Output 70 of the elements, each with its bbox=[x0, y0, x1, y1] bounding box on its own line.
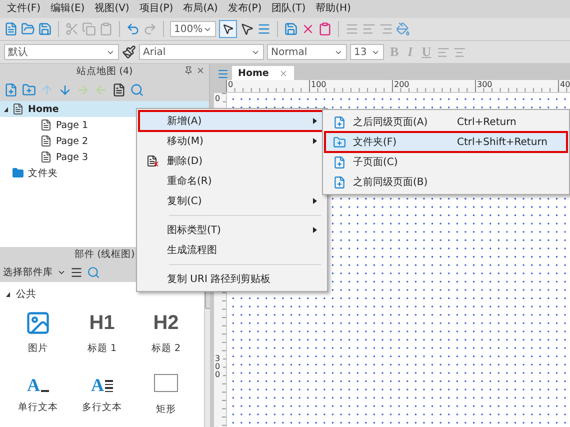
pin-icon[interactable] bbox=[184, 66, 193, 75]
format-painter-icon[interactable] bbox=[122, 45, 136, 59]
rectangle-icon bbox=[154, 374, 178, 392]
move-down-icon[interactable] bbox=[58, 83, 72, 97]
search-icon[interactable] bbox=[87, 266, 100, 278]
cut-icon[interactable] bbox=[65, 22, 79, 36]
editor-tab[interactable]: Home bbox=[232, 66, 294, 80]
menu-item[interactable]: 文件夹(F) Ctrl+Shift+Return bbox=[325, 132, 567, 152]
weight-dropdown[interactable]: Normal bbox=[267, 44, 347, 60]
panel-title: 站点地图 (4) bbox=[76, 65, 133, 78]
menu-item[interactable]: 布局(A) bbox=[178, 0, 223, 18]
menu-item[interactable]: 之前同级页面(B) bbox=[325, 172, 567, 192]
widget-label[interactable]: 标题 2 bbox=[151, 342, 181, 355]
zoom-dropdown[interactable]: 100% bbox=[170, 21, 216, 37]
heading-glyph: H2 bbox=[153, 311, 179, 336]
heading-glyph: H1 bbox=[89, 311, 115, 336]
size-dropdown[interactable]: 13 bbox=[350, 44, 384, 60]
widget-label[interactable]: 矩形 bbox=[156, 403, 176, 416]
widget-label[interactable]: 多行文本 bbox=[82, 401, 122, 414]
horizontal-ruler: 0 100 200 300 40 bbox=[226, 80, 570, 93]
expand-icon[interactable] bbox=[4, 106, 8, 112]
folder-plus-icon bbox=[332, 136, 346, 148]
menu-item[interactable]: 子页面(C) bbox=[325, 152, 567, 172]
menu-item[interactable]: 帮助(H) bbox=[310, 0, 356, 18]
text-area-glyph: A bbox=[91, 369, 113, 395]
close-icon[interactable] bbox=[278, 68, 288, 78]
add-page-icon bbox=[332, 156, 346, 168]
widget-label[interactable]: 图片 bbox=[28, 342, 48, 355]
pointer-icon[interactable] bbox=[240, 22, 254, 36]
save-icon[interactable] bbox=[38, 22, 52, 36]
section-title[interactable]: 公共 bbox=[16, 287, 36, 301]
add-page-icon bbox=[332, 116, 346, 128]
add-page-icon[interactable] bbox=[4, 83, 18, 97]
new-file-icon[interactable] bbox=[4, 22, 18, 36]
pointer-icon bbox=[222, 23, 234, 35]
widget-label[interactable]: 标题 1 bbox=[87, 342, 117, 355]
page-icon bbox=[12, 103, 24, 115]
align-center-icon[interactable] bbox=[453, 46, 466, 58]
menu-icon[interactable] bbox=[70, 266, 83, 278]
library-dropdown[interactable]: 选择部件库 bbox=[3, 266, 53, 278]
menu-item[interactable]: 文件(F) bbox=[2, 0, 46, 18]
select-tool-button[interactable] bbox=[219, 20, 237, 38]
copy-icon[interactable] bbox=[82, 22, 96, 36]
menu-item[interactable]: 编辑(E) bbox=[46, 0, 90, 18]
paste-icon[interactable] bbox=[99, 22, 113, 36]
redo-icon[interactable] bbox=[143, 22, 157, 36]
image-icon bbox=[25, 310, 51, 336]
widget-label[interactable]: 单行文本 bbox=[18, 401, 58, 414]
font-dropdown[interactable]: Arial bbox=[139, 44, 264, 60]
fill-icon[interactable] bbox=[396, 22, 410, 36]
menu-item[interactable]: 之后同级页面(A) Ctrl+Return bbox=[325, 112, 567, 132]
expand-icon[interactable] bbox=[6, 292, 10, 296]
close-icon[interactable] bbox=[196, 66, 205, 75]
menu-item[interactable]: 新增(A) bbox=[139, 111, 325, 131]
menu-item[interactable]: 项目(P) bbox=[134, 0, 178, 18]
align-left-icon[interactable] bbox=[437, 46, 450, 58]
menu-item[interactable]: 团队(T) bbox=[266, 0, 311, 18]
open-folder-icon[interactable] bbox=[21, 22, 35, 36]
panel-title: 部件 (线框图) bbox=[74, 248, 135, 261]
folder-icon bbox=[12, 167, 24, 179]
style-dropdown[interactable]: 默认 bbox=[4, 44, 119, 60]
page-icon bbox=[40, 135, 52, 147]
menu-item[interactable]: 发布(P) bbox=[222, 0, 267, 18]
text-field-glyph: A bbox=[27, 369, 49, 395]
add-folder-icon[interactable] bbox=[22, 83, 36, 97]
page-icon bbox=[40, 151, 52, 163]
undo-icon[interactable] bbox=[126, 22, 140, 36]
add-page-icon bbox=[332, 176, 346, 188]
menu-item[interactable]: 视图(V) bbox=[90, 0, 134, 18]
page-icon bbox=[40, 119, 52, 131]
